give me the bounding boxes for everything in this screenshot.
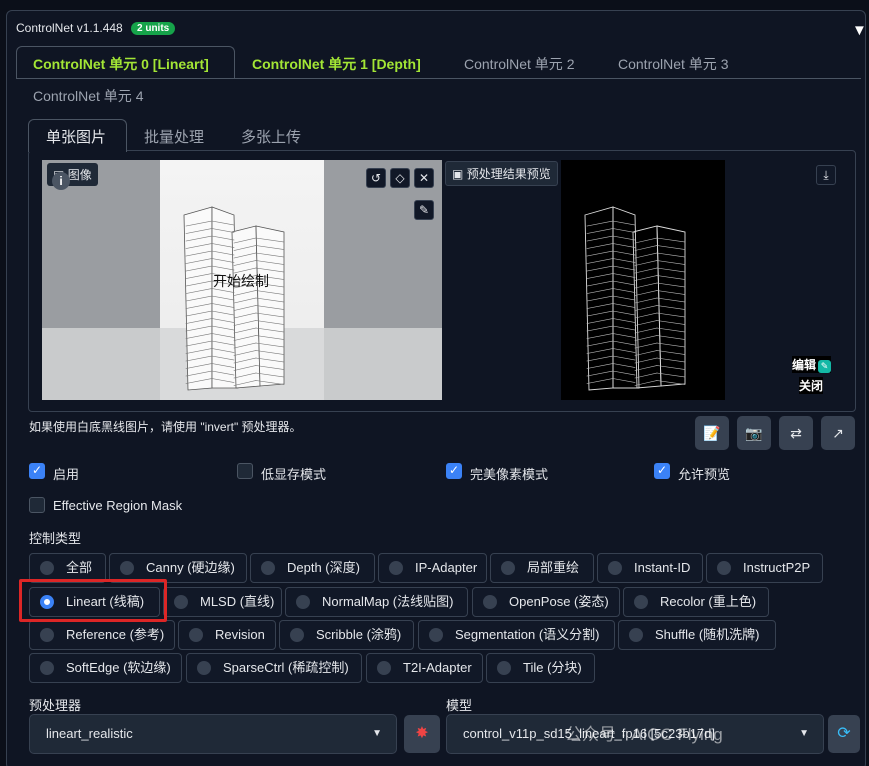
tab-unit-1[interactable]: ControlNet 单元 1 [Depth] [252,54,421,74]
new-canvas-icon[interactable]: 📝 [695,416,729,450]
tab-unit-3[interactable]: ControlNet 单元 3 [618,54,728,74]
refresh-models-button[interactable]: ⟳ [828,715,860,753]
refresh-icon: ⟳ [837,725,851,742]
tab-divider [16,78,861,79]
undo-icon[interactable]: ↺ [366,168,386,188]
control-type-option[interactable]: MLSD (直线) [163,587,282,617]
control-type-option[interactable]: Reference (参考) [29,620,175,650]
enable-label: 启用 [53,467,80,482]
pixel-perfect-checkbox[interactable] [446,463,462,479]
tab-multi-upload[interactable]: 多张上传 [241,126,301,147]
brush-icon[interactable]: ✎ [414,200,434,220]
allow-preview-checkbox[interactable] [654,463,670,479]
region-mask-label: Effective Region Mask [53,498,183,513]
control-type-option[interactable]: Depth (深度) [250,553,375,583]
control-type-option[interactable]: Revision [178,620,276,650]
explosion-icon: ✸ [415,725,429,742]
control-type-option[interactable]: 局部重绘 [490,553,594,583]
close-button[interactable]: 关闭 [799,377,824,394]
close-icon[interactable]: ✕ [414,168,434,188]
control-type-option[interactable]: Shuffle (随机洗牌) [618,620,776,650]
edit-button[interactable]: 编辑 ✎ [792,356,832,373]
tab-unit-2[interactable]: ControlNet 单元 2 [464,54,574,74]
control-type-option[interactable]: SoftEdge (软边缘) [29,653,182,683]
allow-preview-label: 允许预览 [678,467,731,482]
watermark: 公众号 · AIGC Flying [565,725,723,744]
preprocessor-label: 预处理器 [29,698,82,713]
enable-checkbox[interactable] [29,463,45,479]
start-drawing-label[interactable]: 开始绘制 [213,271,269,291]
control-type-option[interactable]: Instant-ID [597,553,703,583]
triangle-down-icon[interactable]: ▼ [852,22,867,39]
control-type-option[interactable]: SparseCtrl (稀疏控制) [186,653,362,683]
preprocessor-select[interactable]: lineart_realistic ▼ [29,714,397,754]
tab-batch[interactable]: 批量处理 [144,126,204,147]
control-type-option[interactable]: OpenPose (姿态) [472,587,620,617]
control-type-option[interactable]: Scribble (涂鸦) [279,620,414,650]
chevron-down-icon: ▼ [799,728,809,739]
lowvram-checkbox[interactable] [237,463,253,479]
tab-unit-0[interactable]: ControlNet 单元 0 [Lineart] [33,54,209,74]
control-type-option[interactable]: Recolor (重上色) [623,587,769,617]
preview-label-tag: ▣ 预处理结果预览 [445,161,558,186]
tab-single-image[interactable]: 单张图片 [46,126,106,147]
tab-unit-4[interactable]: ControlNet 单元 4 [33,86,143,106]
control-type-label: 控制类型 [29,531,82,546]
model-label: 模型 [446,698,473,713]
lineart-preview [584,206,686,391]
chevron-down-icon: ▼ [372,728,382,739]
panel-title: ControlNet v1.1.448 [16,21,123,35]
camera-icon[interactable]: 📷 [737,416,771,450]
control-type-option[interactable]: IP-Adapter [378,553,487,583]
units-badge: 2 units [131,22,176,35]
control-type-option[interactable]: Tile (分块) [486,653,595,683]
preprocessor-value: lineart_realistic [46,726,133,741]
control-type-option[interactable]: InstructP2P [706,553,823,583]
swap-icon[interactable]: ⇄ [779,416,813,450]
highlight-annotation [19,579,167,622]
region-mask-checkbox[interactable] [29,497,45,513]
download-icon[interactable]: ⤓ [816,165,836,185]
edit-icon: ✎ [818,360,832,373]
control-type-option[interactable]: NormalMap (法线贴图) [285,587,468,617]
info-icon[interactable]: i [52,172,70,190]
control-type-option[interactable]: T2I-Adapter [366,653,483,683]
image-icon: ▣ [452,167,464,181]
control-type-option[interactable]: Segmentation (语义分割) [418,620,615,650]
invert-hint: 如果使用白底黑线图片，请使用 "invert" 预处理器。 [29,420,302,434]
lowvram-label: 低显存模式 [261,467,327,482]
eraser-icon[interactable]: ◇ [390,168,410,188]
send-dimensions-icon[interactable]: ↗ [821,416,855,450]
run-preprocessor-button[interactable]: ✸ [404,715,440,753]
pixel-perfect-label: 完美像素模式 [470,467,549,482]
